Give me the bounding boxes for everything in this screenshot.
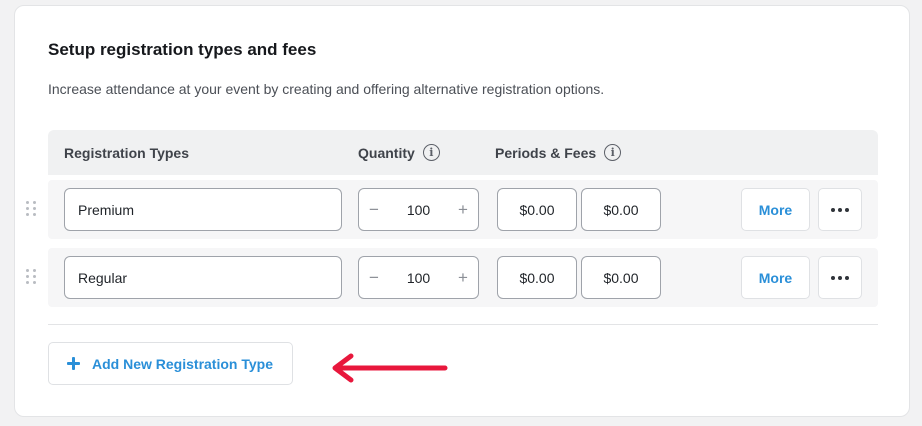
add-button-label: Add New Registration Type <box>92 355 273 372</box>
registration-name-input[interactable]: Premium <box>64 188 342 231</box>
info-icon[interactable]: i <box>422 144 440 161</box>
increment-button[interactable]: + <box>458 201 468 218</box>
decrement-button[interactable]: − <box>369 201 379 218</box>
section-description: Increase attendance at your event by cre… <box>48 81 605 97</box>
drag-handle-icon[interactable] <box>26 269 36 285</box>
arrow-left-icon <box>332 353 448 383</box>
more-options-icon[interactable] <box>818 188 862 231</box>
quantity-stepper: − 100 + <box>358 188 479 231</box>
quantity-value[interactable]: 100 <box>407 202 430 218</box>
section-title: Setup registration types and fees <box>48 40 317 59</box>
fee-input[interactable]: $0.00 <box>497 256 577 299</box>
fee-input[interactable]: $0.00 <box>581 256 661 299</box>
increment-button[interactable]: + <box>458 269 468 286</box>
header-periods-fees: Periods & Fees i <box>495 130 622 175</box>
drag-handle-icon[interactable] <box>26 201 36 217</box>
table-header: Registration Types Quantity i Periods & … <box>48 130 878 175</box>
fee-input[interactable]: $0.00 <box>581 188 661 231</box>
decrement-button[interactable]: − <box>369 269 379 286</box>
registration-types-card: Setup registration types and fees Increa… <box>14 5 910 417</box>
table-row: Premium − 100 + $0.00 $0.00 More <box>26 180 878 239</box>
quantity-value[interactable]: 100 <box>407 270 430 286</box>
add-registration-type-button[interactable]: Add New Registration Type <box>48 342 293 385</box>
more-options-icon[interactable] <box>818 256 862 299</box>
fee-input[interactable]: $0.00 <box>497 188 577 231</box>
table-row: Regular − 100 + $0.00 $0.00 More <box>26 248 878 307</box>
header-registration-types: Registration Types <box>64 144 189 161</box>
more-button[interactable]: More <box>741 256 810 299</box>
registration-name-input[interactable]: Regular <box>64 256 342 299</box>
quantity-stepper: − 100 + <box>358 256 479 299</box>
divider <box>48 324 878 325</box>
info-icon[interactable]: i <box>604 144 622 161</box>
more-button[interactable]: More <box>741 188 810 231</box>
plus-icon <box>67 357 80 370</box>
header-quantity: Quantity i <box>358 130 440 175</box>
